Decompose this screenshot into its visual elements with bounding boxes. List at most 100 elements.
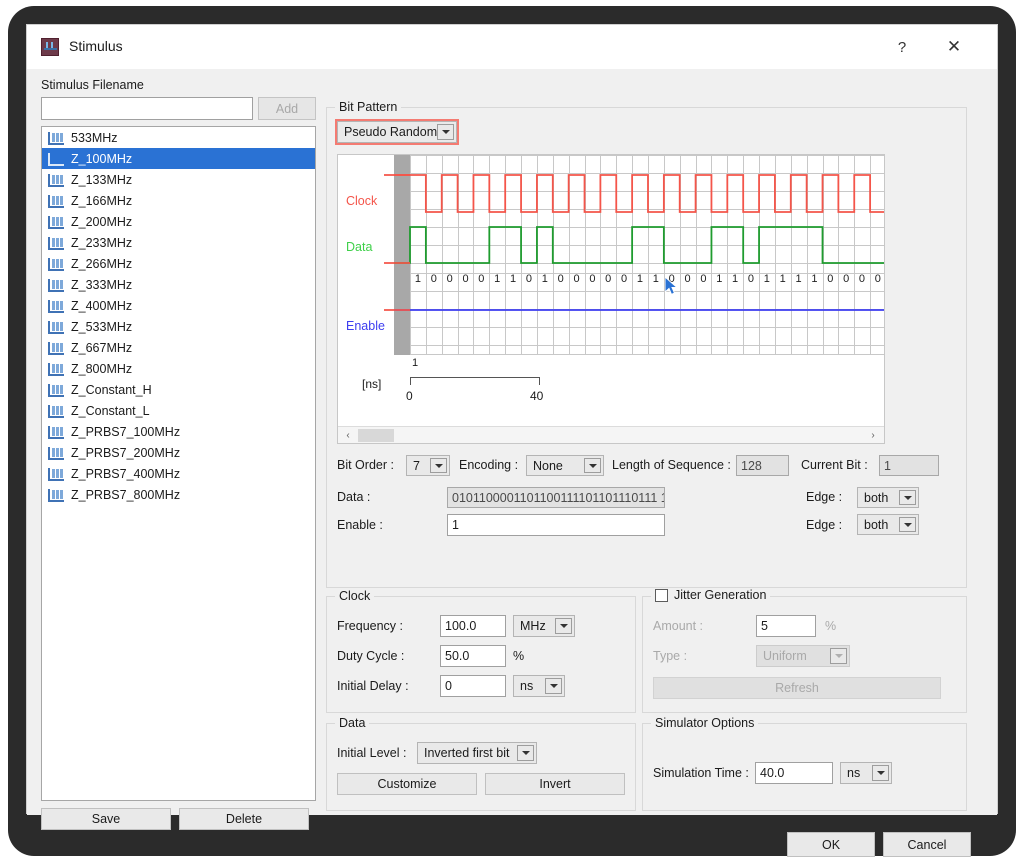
list-item[interactable]: Z_PRBS7_100MHz [42,421,315,442]
frequency-unit-select[interactable]: MHz [513,615,575,637]
scroll-right-icon[interactable]: › [865,427,881,443]
enable-field-label: Enable : [337,518,383,532]
list-item[interactable]: Z_133MHz [42,169,315,190]
list-item[interactable]: Z_Constant_H [42,379,315,400]
save-button[interactable]: Save [41,808,171,830]
simulation-time-input[interactable] [755,762,833,784]
waveform-icon [48,173,64,187]
encoding-value: None [533,458,563,473]
bit-order-select[interactable]: 7 [406,455,450,476]
list-item[interactable]: Z_PRBS7_200MHz [42,442,315,463]
jitter-refresh-button[interactable]: Refresh [653,677,941,699]
plot-horizontal-scrollbar[interactable]: ‹ › [338,426,884,443]
bit-order-label: Bit Order : [337,458,394,472]
list-item[interactable]: Z_PRBS7_400MHz [42,463,315,484]
list-item[interactable]: Z_266MHz [42,253,315,274]
chevron-down-icon [545,678,562,694]
initial-delay-unit-select[interactable]: ns [513,675,565,697]
data-trace-label: Data [346,240,373,254]
waveform-icon [48,299,64,313]
bit-value: 1 [652,273,659,285]
pattern-type-select[interactable]: Pseudo Random [335,119,459,145]
list-item[interactable]: Z_233MHz [42,232,315,253]
close-button[interactable]: ✕ [931,25,977,69]
cancel-button[interactable]: Cancel [883,832,971,857]
list-item[interactable]: Z_166MHz [42,190,315,211]
data-field-value[interactable]: 0101100001101100111101101110111 10 [447,487,665,508]
list-item[interactable]: Z_Constant_L [42,400,315,421]
simulation-time-unit-value: ns [847,766,861,780]
chevron-down-icon [517,745,534,761]
enable-edge-select[interactable]: both [857,514,919,535]
customize-button[interactable]: Customize [337,773,477,795]
scrollbar-thumb[interactable] [358,429,394,442]
scroll-left-icon[interactable]: ‹ [340,427,356,443]
jitter-generation-group: Jitter Generation Amount : % Type : Unif… [642,588,967,713]
list-item[interactable]: Z_PRBS7_800MHz [42,484,315,505]
simulation-time-unit-select[interactable]: ns [840,762,892,784]
bit-value: 0 [478,273,485,285]
waveform-icon [48,341,64,355]
list-item[interactable]: Z_533MHz [42,316,315,337]
ok-button[interactable]: OK [787,832,875,857]
duty-cycle-input[interactable] [440,645,506,667]
waveform-icon [48,425,64,439]
stimulus-filename-label: Stimulus Filename [41,78,144,92]
jitter-amount-unit: % [825,619,837,633]
enable-edge-label: Edge : [806,518,843,532]
list-item[interactable]: Z_400MHz [42,295,315,316]
list-item-label: Z_400MHz [71,298,133,313]
time-unit-label: [ns] [362,377,382,391]
simulation-time-label: Simulation Time : [653,766,749,780]
waveform-plot[interactable]: Clock Data Enable 1000011010000011000110… [337,154,885,444]
help-button[interactable]: ? [879,25,925,69]
delete-button[interactable]: Delete [179,808,309,830]
enable-field-input[interactable] [447,514,665,536]
stimulus-file-list[interactable]: 533MHz Z_100MHz Z_133MHz Z_166MHz Z_200MHz Z_… [41,126,316,801]
current-bit-label: Current Bit : [801,458,868,472]
bit-value: 0 [462,273,469,285]
list-item[interactable]: Z_800MHz [42,358,315,379]
initial-level-select[interactable]: Inverted first bit [417,742,537,764]
list-item[interactable]: Z_333MHz [42,274,315,295]
stimulus-filename-input[interactable] [41,97,253,120]
bit-value: 1 [811,273,818,285]
bit-value: 0 [446,273,453,285]
list-item[interactable]: 533MHz [42,127,315,148]
list-item-label: Z_PRBS7_800MHz [71,487,181,502]
bit-order-value: 7 [413,458,420,473]
simulator-options-group: Simulator Options Simulation Time : ns [642,716,967,811]
initial-delay-input[interactable] [440,675,506,697]
waveform-icon [48,257,64,271]
add-button[interactable]: Add [258,97,316,120]
data-edge-select[interactable]: both [857,487,919,508]
list-item-label: Z_Constant_L [71,403,150,418]
list-item[interactable]: Z_667MHz [42,337,315,358]
jitter-generation-checkbox[interactable]: Jitter Generation [651,588,771,602]
jitter-type-label: Type : [653,649,688,663]
window-title: Stimulus [69,38,123,54]
clock-group: Clock Frequency : MHz Duty Cycle : % Ini… [326,589,636,713]
bit-value: 0 [621,273,628,285]
chevron-down-icon [872,765,889,781]
current-bit-value: 1 [879,455,939,476]
list-item[interactable]: Z_200MHz [42,211,315,232]
invert-button[interactable]: Invert [485,773,625,795]
list-item-label: Z_800MHz [71,361,133,376]
list-item-label: Z_PRBS7_200MHz [71,445,181,460]
jitter-amount-input[interactable] [756,615,816,637]
screen: Stimulus ? ✕ Stimulus Filename Add 533MH… [0,0,1024,863]
frequency-input[interactable] [440,615,506,637]
stimulus-dialog-window: Stimulus ? ✕ Stimulus Filename Add 533MH… [26,24,998,857]
waveform-icon [48,152,64,166]
bit-value: 0 [684,273,691,285]
list-item-label: Z_333MHz [71,277,133,292]
encoding-select[interactable]: None [526,455,604,476]
time-axis-start: 0 [406,389,413,403]
chevron-down-icon [584,458,601,473]
jitter-type-select[interactable]: Uniform [756,645,850,667]
list-item[interactable]: Z_100MHz [42,148,315,169]
bit-value: 1 [716,273,723,285]
list-item-label: Z_200MHz [71,214,133,229]
bit-pattern-group-title: Bit Pattern [335,100,402,114]
